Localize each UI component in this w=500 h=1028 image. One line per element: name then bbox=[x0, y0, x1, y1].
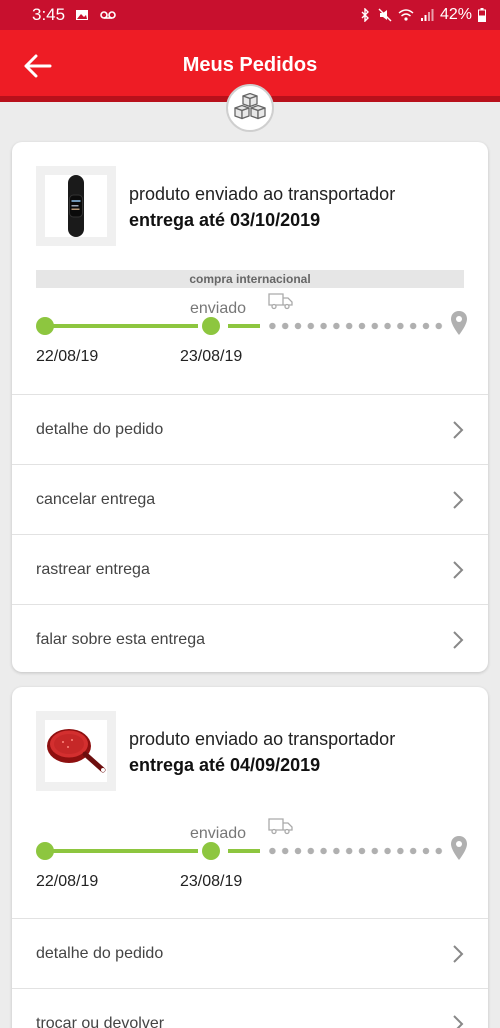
international-purchase-banner: compra internacional bbox=[36, 270, 464, 288]
chevron-right-icon bbox=[453, 1015, 464, 1028]
contact-about-delivery-link[interactable]: falar sobre esta entrega bbox=[12, 604, 488, 672]
truck-icon bbox=[268, 818, 293, 835]
timeline-step-label: enviado bbox=[190, 825, 247, 842]
timeline-date: 22/08/19 bbox=[36, 873, 99, 890]
timeline-pending-dots bbox=[266, 847, 446, 855]
menu-item-label: detalhe do pedido bbox=[36, 944, 164, 962]
page-title: Meus Pedidos bbox=[182, 54, 318, 76]
timeline-date: 23/08/19 bbox=[180, 873, 243, 890]
menu-item-label: falar sobre esta entrega bbox=[36, 630, 205, 648]
frying-pan-image bbox=[47, 729, 106, 773]
product-thumbnail[interactable] bbox=[36, 166, 116, 246]
timeline-progress-line bbox=[228, 849, 260, 853]
chevron-right-icon bbox=[453, 421, 464, 439]
timeline-progress-line bbox=[52, 849, 198, 853]
voicemail-icon bbox=[100, 11, 116, 19]
order-detail-link[interactable]: detalhe do pedido bbox=[12, 394, 488, 464]
chevron-right-icon bbox=[453, 491, 464, 509]
menu-item-label: rastrear entrega bbox=[36, 560, 150, 578]
orders-badge bbox=[226, 84, 274, 132]
boxes-icon bbox=[234, 93, 266, 120]
product-thumbnail[interactable] bbox=[36, 711, 116, 791]
chevron-right-icon bbox=[453, 631, 464, 649]
exchange-or-return-link[interactable]: trocar ou devolver bbox=[12, 988, 488, 1028]
timeline-dot bbox=[202, 842, 220, 860]
bluetooth-icon bbox=[361, 8, 369, 22]
chevron-right-icon bbox=[453, 561, 464, 579]
image-icon bbox=[76, 10, 89, 20]
timeline-step-label: enviado bbox=[190, 300, 247, 317]
location-pin-icon bbox=[451, 836, 467, 860]
menu-item-label: cancelar entrega bbox=[36, 490, 156, 508]
delivery-date: entrega até 03/10/2019 bbox=[129, 210, 321, 230]
smart-band-image bbox=[68, 175, 84, 237]
delivery-timeline: enviado 22/08/19 23/08/19 bbox=[36, 817, 476, 897]
timeline-pending-dots bbox=[266, 322, 446, 330]
timeline-date: 22/08/19 bbox=[36, 348, 99, 365]
order-status: produto enviado ao transportador bbox=[129, 729, 396, 749]
order-card: produto enviado ao transportador entrega… bbox=[12, 142, 488, 672]
timeline-progress-line bbox=[52, 324, 198, 328]
menu-item-label: detalhe do pedido bbox=[36, 420, 164, 438]
order-card: produto enviado ao transportador entrega… bbox=[12, 687, 488, 1028]
battery-icon bbox=[478, 8, 486, 22]
delivery-timeline: enviado 22/08/19 23/08/19 bbox=[36, 292, 476, 372]
order-status: produto enviado ao transportador bbox=[129, 184, 396, 204]
menu-item-label: trocar ou devolver bbox=[36, 1014, 165, 1028]
battery-percent: 42% bbox=[439, 6, 472, 23]
mute-icon bbox=[378, 8, 392, 22]
timeline-dot bbox=[36, 842, 54, 860]
delivery-date: entrega até 04/09/2019 bbox=[129, 755, 321, 775]
timeline-dot bbox=[202, 317, 220, 335]
timeline-date: 23/08/19 bbox=[180, 348, 243, 365]
order-detail-link[interactable]: detalhe do pedido bbox=[12, 918, 488, 988]
location-pin-icon bbox=[451, 311, 467, 335]
timeline-progress-line bbox=[228, 324, 260, 328]
signal-icon bbox=[420, 9, 434, 21]
truck-icon bbox=[268, 293, 293, 310]
track-delivery-link[interactable]: rastrear entrega bbox=[12, 534, 488, 604]
wifi-icon bbox=[398, 9, 414, 21]
cancel-delivery-link[interactable]: cancelar entrega bbox=[12, 464, 488, 534]
status-bar: 3:45 42% bbox=[0, 0, 500, 30]
chevron-right-icon bbox=[453, 945, 464, 963]
status-time: 3:45 bbox=[32, 5, 66, 24]
timeline-dot bbox=[36, 317, 54, 335]
